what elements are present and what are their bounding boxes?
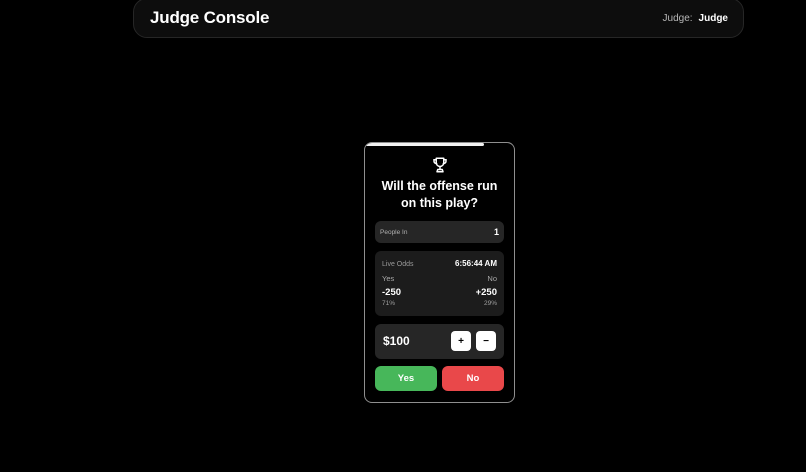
live-odds-time: 6:56:44 AM xyxy=(455,259,497,268)
no-odds: +250 xyxy=(475,287,497,298)
people-in-label: People In xyxy=(380,228,408,236)
increase-amount-button[interactable]: + xyxy=(451,331,471,351)
yes-side-label: Yes xyxy=(382,274,395,283)
no-percentage: 29% xyxy=(483,300,497,307)
yes-odds: -250 xyxy=(382,287,402,298)
timer-progress-fill xyxy=(365,143,485,146)
wager-amount: $100 xyxy=(383,334,410,348)
no-side-label: No xyxy=(487,274,497,283)
odds-side-labels: Yes No xyxy=(382,274,497,283)
people-in-count: 1 xyxy=(493,227,499,237)
judge-name: Judge xyxy=(698,12,728,24)
trophy-icon xyxy=(433,157,447,173)
judge-info: Judge: Judge xyxy=(663,13,728,24)
question-card: Will the offense run on this play? Peopl… xyxy=(364,142,515,403)
live-odds-header: Live Odds 6:56:44 AM xyxy=(382,259,497,268)
question-text: Will the offense run on this play? xyxy=(381,179,498,210)
yes-button[interactable]: Yes xyxy=(375,366,437,391)
people-in-panel: People In 1 xyxy=(375,221,504,243)
top-header: Judge Console Judge: Judge xyxy=(133,0,744,38)
decrease-amount-button[interactable]: − xyxy=(476,331,496,351)
judge-label: Judge: xyxy=(662,12,693,24)
timer-progress-bar xyxy=(365,143,514,146)
wager-amount-panel: $100 + − xyxy=(375,324,504,359)
odds-percentages: 71% 29% xyxy=(382,300,497,307)
live-odds-panel: Live Odds 6:56:44 AM Yes No -250 +250 71… xyxy=(375,251,504,316)
live-odds-title: Live Odds xyxy=(382,261,414,268)
yes-percentage: 71% xyxy=(382,300,396,307)
no-button[interactable]: No xyxy=(442,366,504,391)
odds-values: -250 +250 xyxy=(382,287,497,298)
app-title: Judge Console xyxy=(150,8,270,27)
